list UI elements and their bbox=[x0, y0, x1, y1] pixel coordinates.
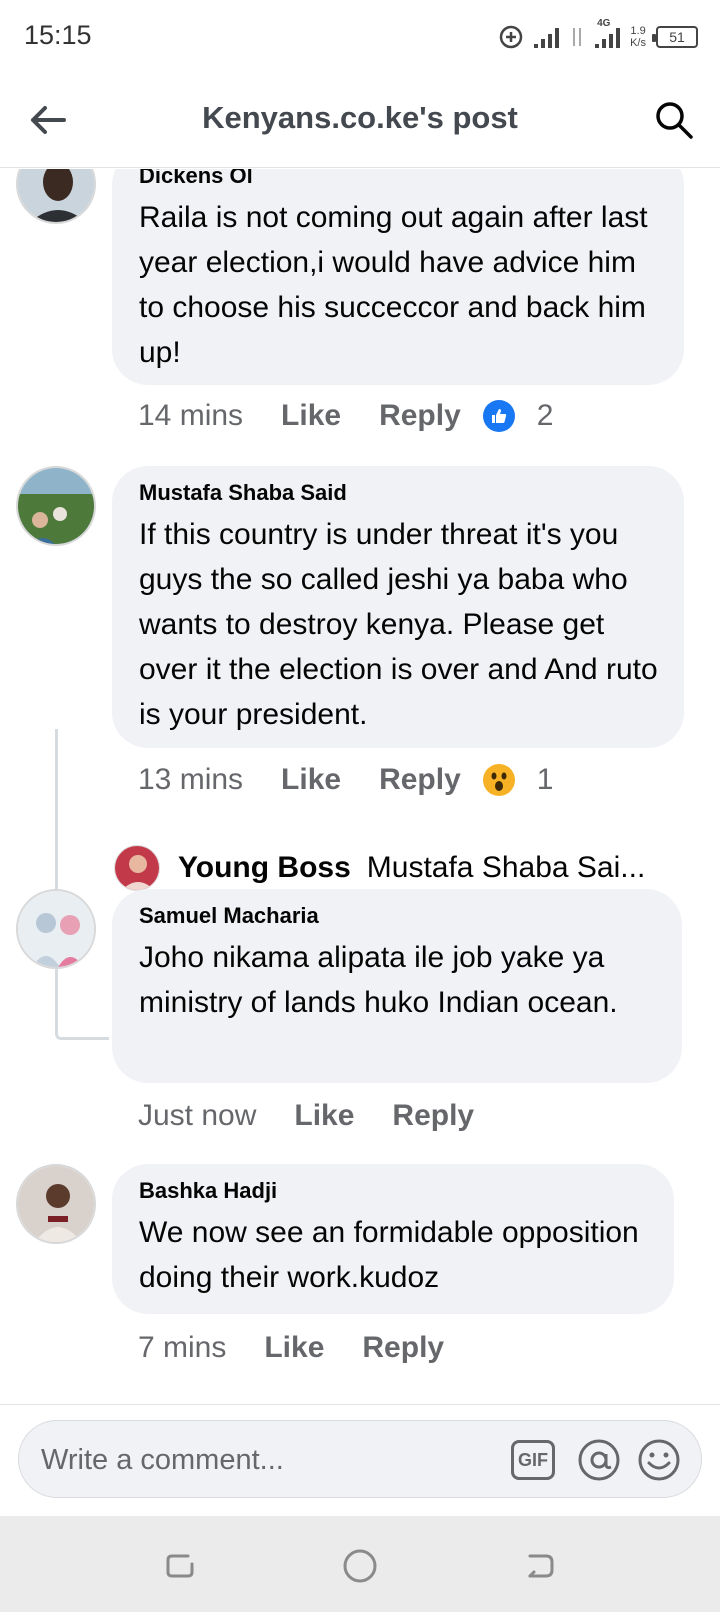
gif-label: GIF bbox=[518, 1449, 548, 1470]
status-bar: 15:15 4G 1.9 K/s 51 bbox=[0, 0, 720, 72]
reaction-count: 1 bbox=[536, 763, 554, 796]
comment-time[interactable]: 7 mins bbox=[138, 1331, 226, 1365]
reply-avatar-image bbox=[115, 846, 159, 890]
comment-author[interactable]: Dickens Ol bbox=[139, 169, 658, 189]
search-icon bbox=[656, 102, 693, 139]
comment-text: Raila is not coming out again after last… bbox=[139, 201, 648, 369]
avatar-image bbox=[18, 169, 94, 222]
like-reaction-icon bbox=[482, 400, 515, 432]
reply-text: Mustafa Shaba Sai... bbox=[366, 851, 646, 884]
reply-avatar[interactable] bbox=[114, 845, 160, 891]
recents-icon bbox=[166, 1554, 194, 1578]
network-rate-value: 1.9 bbox=[630, 25, 646, 37]
comment-meta: 14 mins Like Reply 2 bbox=[138, 399, 553, 433]
search-button[interactable] bbox=[648, 94, 700, 146]
avatar[interactable] bbox=[16, 466, 96, 546]
like-button[interactable]: Like bbox=[281, 763, 341, 797]
system-nav-bar bbox=[0, 1516, 720, 1612]
back-nav-icon bbox=[528, 1554, 554, 1578]
comment-author[interactable]: Mustafa Shaba Said bbox=[139, 480, 658, 506]
comment-bubble[interactable]: Bashka Hadji We now see an formidable op… bbox=[112, 1164, 674, 1314]
comment-meta: 13 mins Like Reply 1 bbox=[138, 763, 553, 797]
data-saver-icon bbox=[499, 25, 523, 49]
reaction-summary[interactable]: 1 bbox=[482, 763, 554, 797]
comments-list: Dickens Ol Raila is not coming out again… bbox=[0, 169, 720, 1404]
reply-author[interactable]: Young Boss bbox=[178, 851, 351, 885]
comment-composer[interactable]: GIF bbox=[18, 1420, 702, 1498]
avatar-image bbox=[18, 1166, 94, 1242]
signal-4g: 4G bbox=[595, 18, 621, 48]
comment-time[interactable]: Just now bbox=[138, 1099, 256, 1133]
battery-icon: 51 bbox=[652, 26, 698, 48]
network-type: 4G bbox=[597, 18, 611, 29]
like-button[interactable]: Like bbox=[264, 1331, 324, 1365]
avatar[interactable] bbox=[16, 1164, 96, 1244]
reply-button[interactable]: Reply bbox=[392, 1099, 474, 1133]
home-button[interactable] bbox=[340, 1546, 380, 1586]
gif-button[interactable]: GIF bbox=[511, 1440, 555, 1480]
back-nav-button[interactable] bbox=[520, 1546, 560, 1586]
comment-bubble[interactable]: Dickens Ol Raila is not coming out again… bbox=[112, 169, 684, 385]
reply-preview[interactable]: Young Boss Mustafa Shaba Sai... bbox=[114, 843, 645, 893]
status-icons: 4G 1.9 K/s 51 bbox=[498, 18, 698, 54]
reply-button[interactable]: Reply bbox=[362, 1331, 444, 1365]
comment-time[interactable]: 14 mins bbox=[138, 399, 243, 433]
thread-connector bbox=[55, 729, 109, 1040]
mention-icon bbox=[578, 1439, 620, 1481]
avatar-image bbox=[18, 468, 94, 544]
comment-time[interactable]: 13 mins bbox=[138, 763, 243, 797]
composer-bar: GIF bbox=[0, 1404, 720, 1516]
network-rate: 1.9 K/s bbox=[630, 25, 646, 49]
reply-button[interactable]: Reply bbox=[379, 763, 461, 797]
like-button[interactable]: Like bbox=[294, 1099, 354, 1133]
comment-text: If this country is under threat it's you… bbox=[139, 518, 658, 731]
post-header: Kenyans.co.ke's post bbox=[0, 72, 720, 168]
comment-text: Joho nikama alipata ile job yake ya mini… bbox=[139, 941, 618, 1019]
wow-reaction-icon bbox=[482, 764, 515, 796]
signal-4g-icon bbox=[595, 26, 621, 48]
status-time: 15:15 bbox=[24, 20, 92, 50]
comment-bubble[interactable]: Samuel Macharia Joho nikama alipata ile … bbox=[112, 889, 682, 1083]
like-button[interactable]: Like bbox=[281, 399, 341, 433]
reaction-summary[interactable]: 2 bbox=[482, 399, 554, 433]
reaction-count: 2 bbox=[536, 399, 554, 432]
avatar[interactable] bbox=[16, 889, 96, 969]
network-rate-unit: K/s bbox=[630, 37, 646, 49]
comment-author[interactable]: Samuel Macharia bbox=[139, 903, 656, 929]
data-transfer-icon bbox=[573, 28, 582, 46]
comment-meta: 7 mins Like Reply bbox=[138, 1331, 444, 1365]
emoji-button[interactable] bbox=[635, 1436, 683, 1484]
battery-level: 51 bbox=[669, 29, 685, 45]
avatar[interactable] bbox=[16, 169, 96, 224]
recents-button[interactable] bbox=[160, 1546, 200, 1586]
comment-bubble[interactable]: Mustafa Shaba Said If this country is un… bbox=[112, 466, 684, 748]
comment-input[interactable] bbox=[41, 1441, 461, 1479]
comment-meta: Just now Like Reply bbox=[138, 1099, 474, 1133]
emoji-icon bbox=[638, 1439, 680, 1481]
page-title: Kenyans.co.ke's post bbox=[202, 100, 518, 135]
reply-button[interactable]: Reply bbox=[379, 399, 461, 433]
mention-button[interactable] bbox=[575, 1436, 623, 1484]
comment-author[interactable]: Bashka Hadji bbox=[139, 1178, 648, 1204]
home-icon bbox=[343, 1549, 377, 1583]
signal-icon bbox=[534, 26, 560, 48]
comment-text: We now see an formidable opposition doin… bbox=[139, 1216, 639, 1294]
